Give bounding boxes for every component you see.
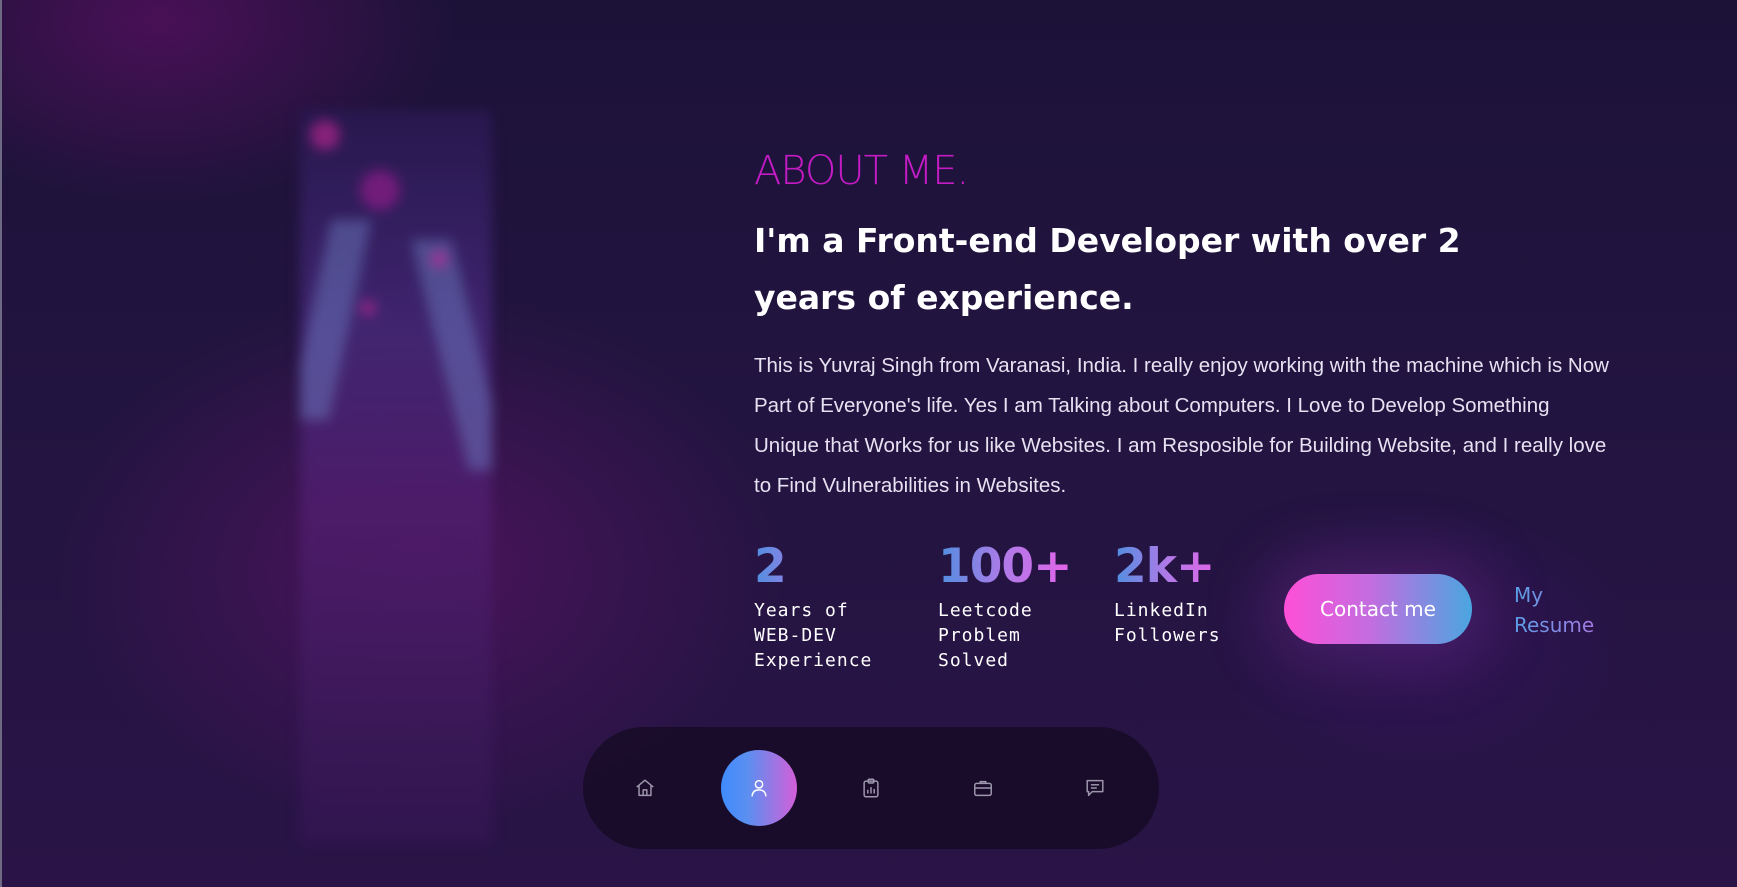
user-icon — [751, 779, 767, 797]
home-icon — [636, 779, 654, 797]
stat-linkedin: 2k+ LinkedIn Followers — [1114, 536, 1221, 648]
stat-leetcode: 100+ Leetcode Problem Solved — [938, 536, 1072, 673]
nav-skills[interactable] — [833, 750, 909, 826]
section-title: ABOUT ME. — [754, 148, 969, 194]
window-edge — [0, 0, 2, 887]
stat-label: LinkedIn Followers — [1114, 600, 1221, 646]
stat-number: 2 — [754, 536, 872, 598]
about-section: ABOUT ME. I'm a Front-end Developer with… — [754, 140, 1614, 506]
chat-icon — [1086, 779, 1104, 797]
briefcase-icon — [974, 780, 992, 797]
bottom-nav — [583, 727, 1159, 849]
stats-row: 2 Years of WEB-DEV Experience 100+ Leetc… — [754, 536, 1634, 686]
stat-experience: 2 Years of WEB-DEV Experience — [754, 536, 872, 673]
nav-about[interactable] — [721, 750, 797, 826]
nav-contact[interactable] — [1057, 750, 1133, 826]
resume-link[interactable]: My Resume — [1514, 580, 1624, 640]
clipboard-chart-icon — [863, 778, 879, 798]
stat-label: Years of WEB-DEV Experience — [754, 600, 873, 671]
profile-image — [300, 110, 492, 842]
stat-label: Leetcode Problem Solved — [938, 600, 1033, 671]
stat-number: 2k+ — [1114, 536, 1221, 598]
bio-paragraph: This is Yuvraj Singh from Varanasi, Indi… — [754, 354, 1609, 497]
nav-experience[interactable] — [945, 750, 1021, 826]
stat-number: 100+ — [938, 536, 1072, 598]
headline: I'm a Front-end Developer with over 2 ye… — [754, 221, 1461, 317]
nav-home[interactable] — [607, 750, 683, 826]
contact-button[interactable]: Contact me — [1284, 574, 1472, 644]
